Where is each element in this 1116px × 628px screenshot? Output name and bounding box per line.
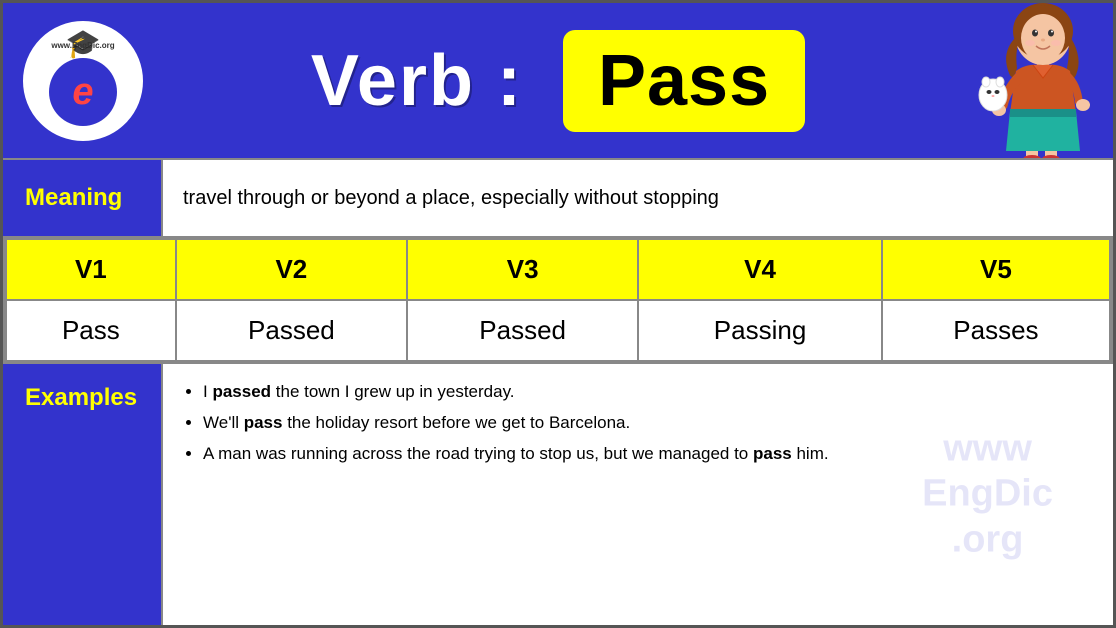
meaning-label: Meaning [3,160,163,236]
col-header-v3: V3 [407,239,638,300]
cartoon-girl-image [968,3,1103,158]
list-item: A man was running across the road trying… [203,440,1093,469]
logo-url-top: www.EngDic.org [29,41,137,50]
girl-svg [971,3,1101,158]
verb-table-section: V1 V2 V3 V4 V5 Pass Passed Passed Passin… [3,238,1113,362]
bold-word: passed [212,382,271,401]
v1-cell: Pass [6,300,176,361]
logo-e-letter: e [72,73,93,111]
logo-inner: 🎓 www.EngDic.org e [29,27,137,135]
v5-cell: Passes [882,300,1110,361]
col-header-v4: V4 [638,239,882,300]
meaning-text: travel through or beyond a place, especi… [163,160,1113,236]
examples-content: I passed the town I grew up in yesterday… [163,364,1113,625]
v2-cell: Passed [176,300,407,361]
bold-word: pass [753,444,792,463]
v3-cell: Passed [407,300,638,361]
table-row: Pass Passed Passed Passing Passes [6,300,1110,361]
list-item: I passed the town I grew up in yesterday… [203,378,1093,407]
meaning-row: Meaning travel through or beyond a place… [3,158,1113,238]
verb-highlight-box: Pass [563,30,805,132]
logo-circle: 🎓 www.EngDic.org e [23,21,143,141]
examples-row: Examples I passed the town I grew up in … [3,362,1113,625]
col-header-v2: V2 [176,239,407,300]
col-header-v5: V5 [882,239,1110,300]
verb-forms-table: V1 V2 V3 V4 V5 Pass Passed Passed Passin… [5,238,1111,362]
examples-list: I passed the town I grew up in yesterday… [183,378,1093,469]
logo-e-circle: e [49,58,117,126]
verb-label: Verb : [311,40,523,122]
header-section: 🎓 www.EngDic.org e Verb : Pass [3,3,1113,158]
main-card: 🎓 www.EngDic.org e Verb : Pass [0,0,1116,628]
examples-label: Examples [3,364,163,625]
bold-word: pass [244,413,283,432]
col-header-v1: V1 [6,239,176,300]
verb-word: Pass [598,40,770,122]
v4-cell: Passing [638,300,882,361]
list-item: We'll pass the holiday resort before we … [203,409,1093,438]
